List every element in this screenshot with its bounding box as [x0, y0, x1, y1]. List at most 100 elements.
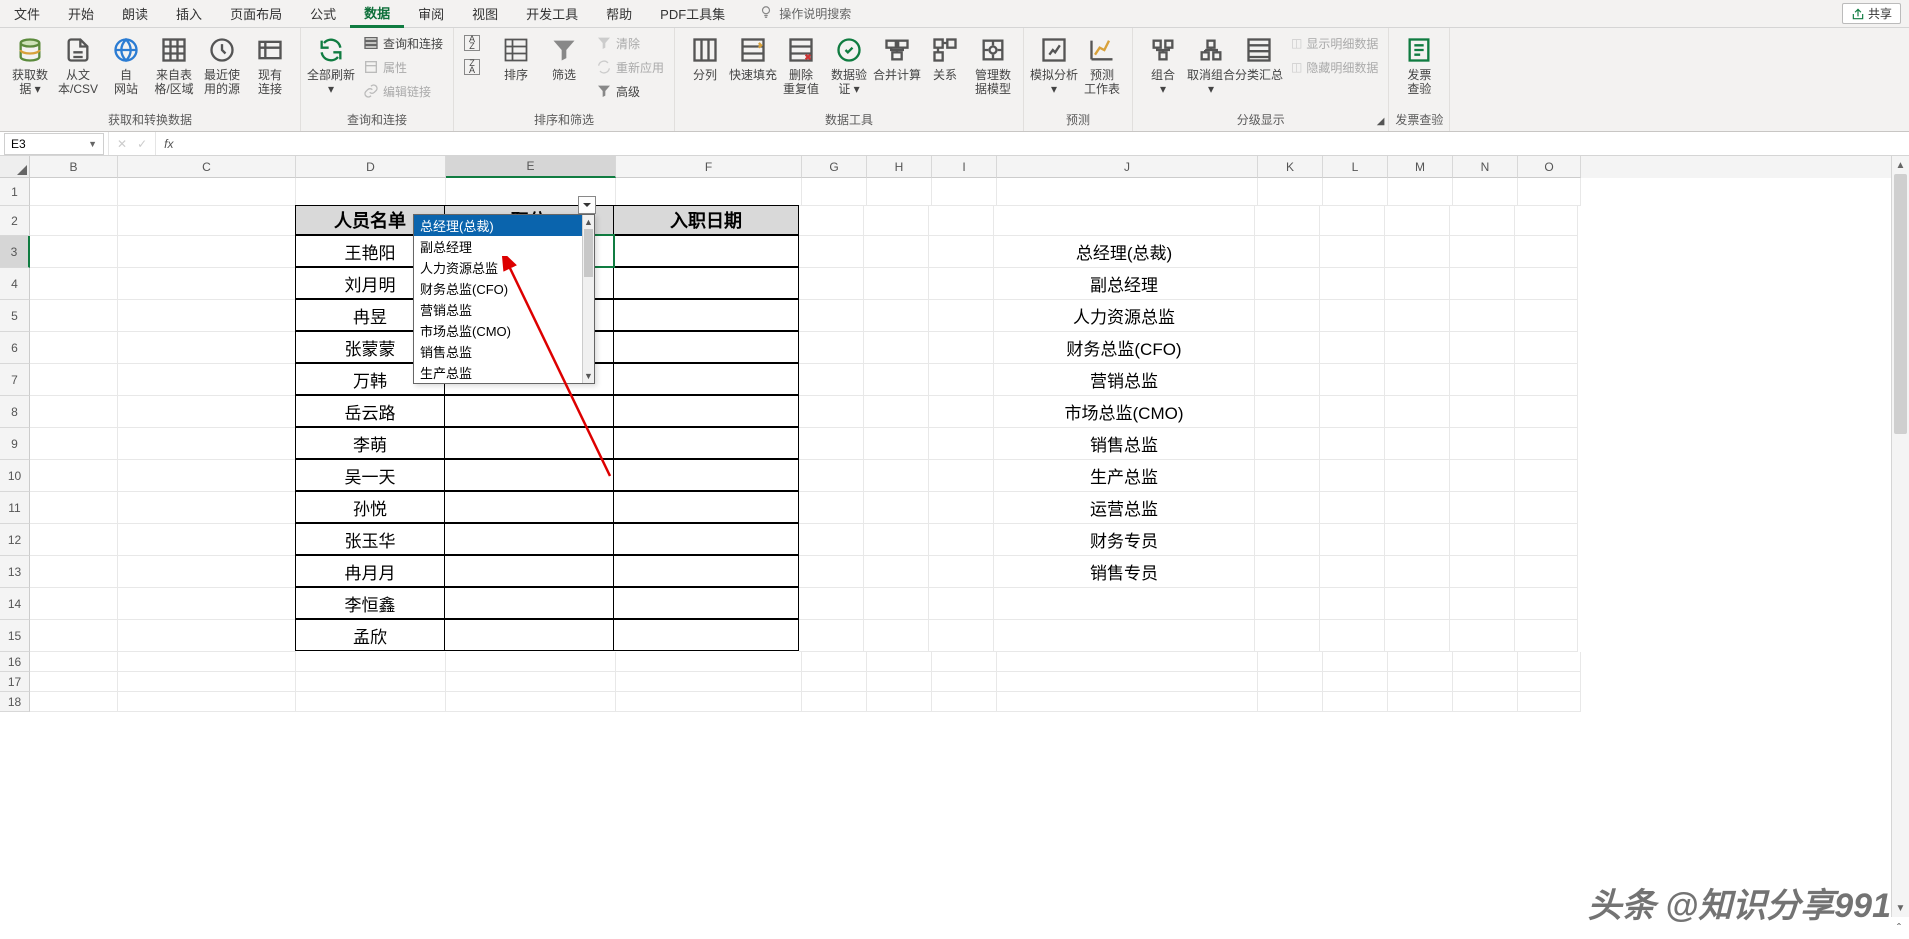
cell-L4[interactable] — [1320, 268, 1385, 300]
cell-O3[interactable] — [1515, 236, 1578, 268]
cell-O7[interactable] — [1515, 364, 1578, 396]
cell-C10[interactable] — [118, 460, 296, 492]
cell-N1[interactable] — [1453, 178, 1518, 206]
cell-K4[interactable] — [1255, 268, 1320, 300]
cell-H7[interactable] — [864, 364, 929, 396]
cell-F18[interactable] — [616, 692, 802, 712]
cell-K10[interactable] — [1255, 460, 1320, 492]
cell-F4[interactable] — [613, 267, 799, 299]
cell-J7[interactable]: 营销总监 — [994, 364, 1255, 396]
cell-C13[interactable] — [118, 556, 296, 588]
cell-H1[interactable] — [867, 178, 932, 206]
cell-G11[interactable] — [799, 492, 864, 524]
cell-B9[interactable] — [30, 428, 118, 460]
get-data-btn-0[interactable]: 获取数 据 ▾ — [6, 32, 54, 98]
share-button[interactable]: 共享 — [1842, 3, 1901, 24]
vertical-scrollbar[interactable]: ▲ ▼ — [1891, 156, 1909, 917]
cell-L12[interactable] — [1320, 524, 1385, 556]
cell-C5[interactable] — [118, 300, 296, 332]
cell-G15[interactable] — [799, 620, 864, 652]
cell-J2[interactable] — [994, 206, 1255, 236]
cell-I14[interactable] — [929, 588, 994, 620]
cell-E11[interactable] — [444, 491, 614, 523]
cell-I4[interactable] — [929, 268, 994, 300]
cell-M8[interactable] — [1385, 396, 1450, 428]
dropdown-option[interactable]: 销售总监 — [414, 341, 594, 362]
tab-开始[interactable]: 开始 — [54, 0, 108, 28]
cell-O15[interactable] — [1515, 620, 1578, 652]
cell-B17[interactable] — [30, 672, 118, 692]
cell-K14[interactable] — [1255, 588, 1320, 620]
cell-J11[interactable]: 运营总监 — [994, 492, 1255, 524]
cell-F14[interactable] — [613, 587, 799, 619]
cell-H9[interactable] — [864, 428, 929, 460]
cell-I2[interactable] — [929, 206, 994, 236]
tab-视图[interactable]: 视图 — [458, 0, 512, 28]
cell-L5[interactable] — [1320, 300, 1385, 332]
cell-F15[interactable] — [613, 619, 799, 651]
invoice-check-button[interactable]: 发票 查验 — [1395, 32, 1443, 98]
cell-N3[interactable] — [1450, 236, 1515, 268]
cell-O12[interactable] — [1515, 524, 1578, 556]
cell-F16[interactable] — [616, 652, 802, 672]
dropdown-option[interactable]: 市场总监(CMO) — [414, 320, 594, 341]
cell-B10[interactable] — [30, 460, 118, 492]
row-header-8[interactable]: 8 — [0, 396, 30, 428]
cell-M15[interactable] — [1385, 620, 1450, 652]
cell-M12[interactable] — [1385, 524, 1450, 556]
cell-F8[interactable] — [613, 395, 799, 427]
col-header-D[interactable]: D — [296, 156, 446, 178]
cell-I15[interactable] — [929, 620, 994, 652]
row-header-14[interactable]: 14 — [0, 588, 30, 620]
outline-btn-1[interactable]: 取消组合 ▾ — [1187, 32, 1235, 98]
cell-C6[interactable] — [118, 332, 296, 364]
sort-button[interactable]: 排序 — [492, 32, 540, 84]
cell-N10[interactable] — [1450, 460, 1515, 492]
cell-O11[interactable] — [1515, 492, 1578, 524]
dropdown-option[interactable]: 副总经理 — [414, 236, 594, 257]
cell-K3[interactable] — [1255, 236, 1320, 268]
data-validation-dropdown-button[interactable] — [578, 196, 596, 214]
data-validation-dropdown-list[interactable]: 总经理(总裁)副总经理人力资源总监财务总监(CFO)营销总监市场总监(CMO)销… — [413, 214, 595, 384]
cell-G1[interactable] — [802, 178, 867, 206]
row-header-6[interactable]: 6 — [0, 332, 30, 364]
cell-G5[interactable] — [799, 300, 864, 332]
tab-数据[interactable]: 数据 — [350, 0, 404, 28]
cell-O16[interactable] — [1518, 652, 1581, 672]
cell-N9[interactable] — [1450, 428, 1515, 460]
tab-朗读[interactable]: 朗读 — [108, 0, 162, 28]
cell-E12[interactable] — [444, 523, 614, 555]
scroll-thumb[interactable] — [584, 229, 593, 277]
cell-B4[interactable] — [30, 268, 118, 300]
cell-E18[interactable] — [446, 692, 616, 712]
cell-L3[interactable] — [1320, 236, 1385, 268]
cell-K7[interactable] — [1255, 364, 1320, 396]
cell-J1[interactable] — [997, 178, 1258, 206]
sort-asc-button[interactable]: AZ — [460, 32, 488, 54]
cell-K12[interactable] — [1255, 524, 1320, 556]
cell-F5[interactable] — [613, 299, 799, 331]
cell-L7[interactable] — [1320, 364, 1385, 396]
cell-M3[interactable] — [1385, 236, 1450, 268]
cell-H18[interactable] — [867, 692, 932, 712]
cell-G10[interactable] — [799, 460, 864, 492]
col-header-J[interactable]: J — [997, 156, 1258, 178]
cell-K6[interactable] — [1255, 332, 1320, 364]
cell-M14[interactable] — [1385, 588, 1450, 620]
col-header-L[interactable]: L — [1323, 156, 1388, 178]
queries-connections-button[interactable]: 查询和连接 — [359, 32, 447, 54]
cell-B13[interactable] — [30, 556, 118, 588]
cell-D17[interactable] — [296, 672, 446, 692]
advanced-filter-button[interactable]: 高级 — [592, 80, 668, 102]
cell-E16[interactable] — [446, 652, 616, 672]
cell-C2[interactable] — [118, 206, 296, 236]
cell-I17[interactable] — [932, 672, 997, 692]
cell-M10[interactable] — [1385, 460, 1450, 492]
tab-PDF工具集[interactable]: PDF工具集 — [646, 0, 739, 28]
cell-H10[interactable] — [864, 460, 929, 492]
cell-F1[interactable] — [616, 178, 802, 206]
cell-J12[interactable]: 财务专员 — [994, 524, 1255, 556]
cell-C14[interactable] — [118, 588, 296, 620]
cell-F9[interactable] — [613, 427, 799, 459]
cell-J5[interactable]: 人力资源总监 — [994, 300, 1255, 332]
